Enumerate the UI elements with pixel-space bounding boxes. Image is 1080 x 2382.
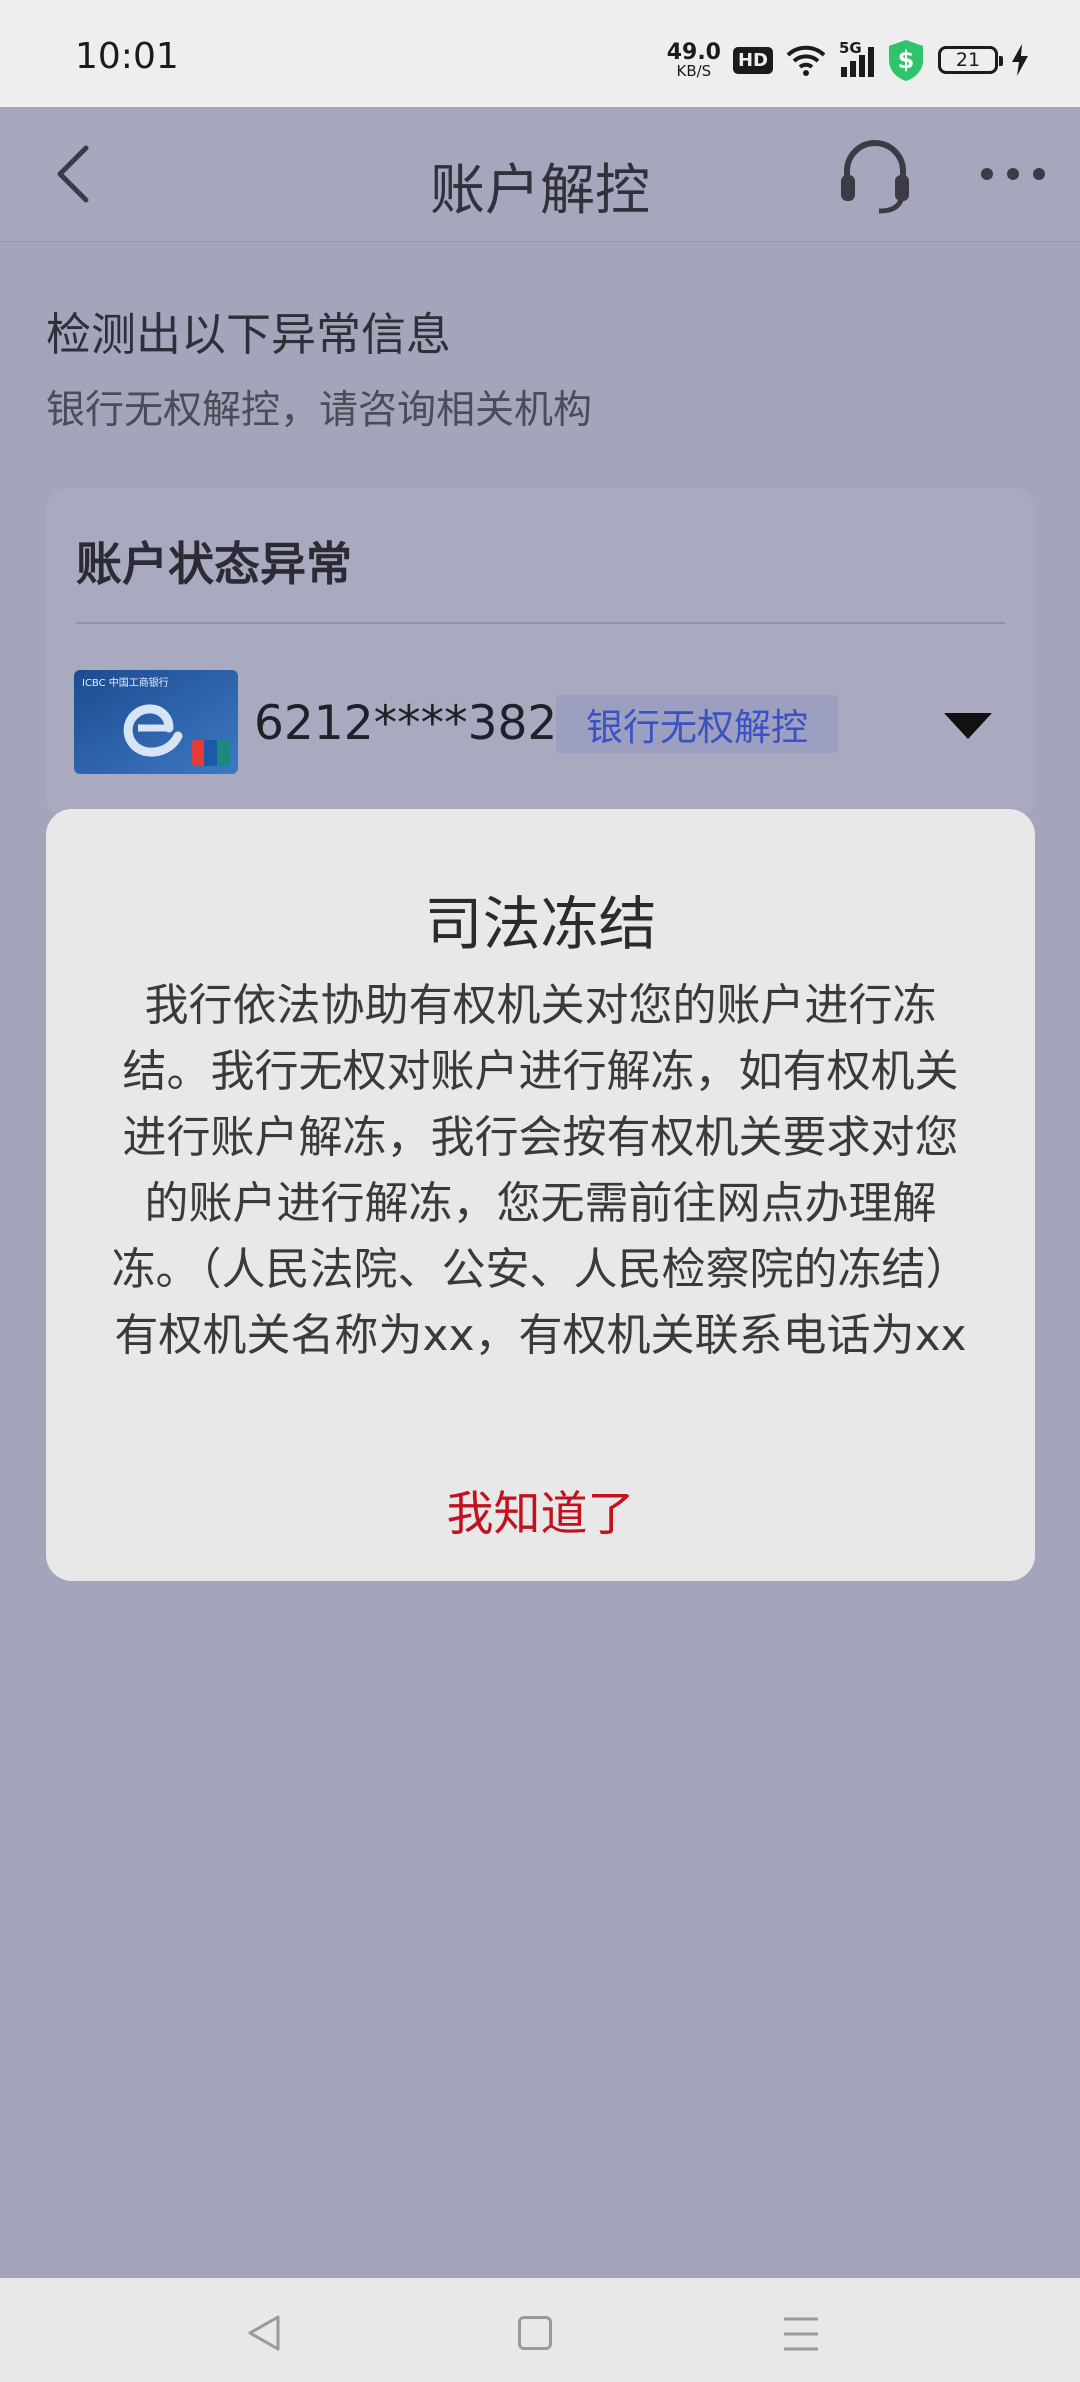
network-type: 5G — [839, 39, 862, 57]
charging-icon — [1012, 44, 1028, 76]
dialog-message: 我行依法协助有权机关对您的账户进行冻结。我行无权对账户进行解冻，如有权机关进行账… — [111, 980, 970, 1361]
battery-icon: 21 — [938, 46, 1003, 74]
divider — [76, 622, 1005, 624]
nav-recents-icon[interactable] — [782, 2316, 820, 2352]
status-badge: 银行无权解控 — [556, 695, 838, 753]
signal-icon: 5G — [839, 39, 874, 77]
hd-icon: HD — [732, 46, 773, 74]
notice-title: 检测出以下异常信息 — [46, 308, 452, 361]
wifi-icon — [786, 45, 826, 76]
network-speed-value: 49.0 — [666, 39, 721, 65]
nav-back-icon[interactable] — [244, 2313, 284, 2353]
shield-dollar-icon: $ — [889, 40, 923, 81]
svg-text:$: $ — [898, 46, 915, 74]
bank-card-image: ICBC 中国工商银行 — [74, 670, 238, 774]
page-title: 账户解控 — [429, 158, 650, 222]
account-number: 6212****3828 — [254, 696, 588, 751]
headset-icon[interactable] — [833, 135, 917, 215]
bank-card-label: ICBC 中国工商银行 — [82, 676, 169, 689]
network-speed-unit: KB/S — [676, 61, 712, 80]
notice-subtitle: 银行无权解控，请咨询相关机构 — [46, 388, 593, 433]
account-status-card: 账户状态异常 ICBC 中国工商银行 6212****3828 银行无权解控 — [46, 488, 1035, 818]
bank-card-thumbnail: ICBC 中国工商银行 — [74, 670, 238, 774]
system-nav-bar — [0, 2278, 1080, 2382]
app-header: 账户解控 — [0, 107, 1080, 242]
more-horizontal-icon[interactable] — [978, 157, 1048, 191]
status-bar: 10:01 49.0 KB/S HD 5G $ 21 — [0, 0, 1080, 107]
battery-level: 21 — [955, 49, 981, 71]
clock: 10:01 — [75, 36, 179, 77]
card-title: 账户状态异常 — [76, 537, 352, 591]
network-speed: 49.0 KB/S — [666, 39, 721, 80]
nav-home-icon[interactable] — [518, 2316, 552, 2350]
dialog-title: 司法冻结 — [424, 890, 657, 958]
status-icons: 49.0 KB/S HD 5G $ 21 — [667, 36, 1030, 84]
judicial-freeze-dialog: 司法冻结 我行依法协助有权机关对您的账户进行冻结。我行无权对账户进行解冻，如有权… — [46, 809, 1035, 1581]
caret-down-icon[interactable] — [942, 710, 994, 742]
acknowledge-button[interactable]: 我知道了 — [46, 1475, 1035, 1544]
